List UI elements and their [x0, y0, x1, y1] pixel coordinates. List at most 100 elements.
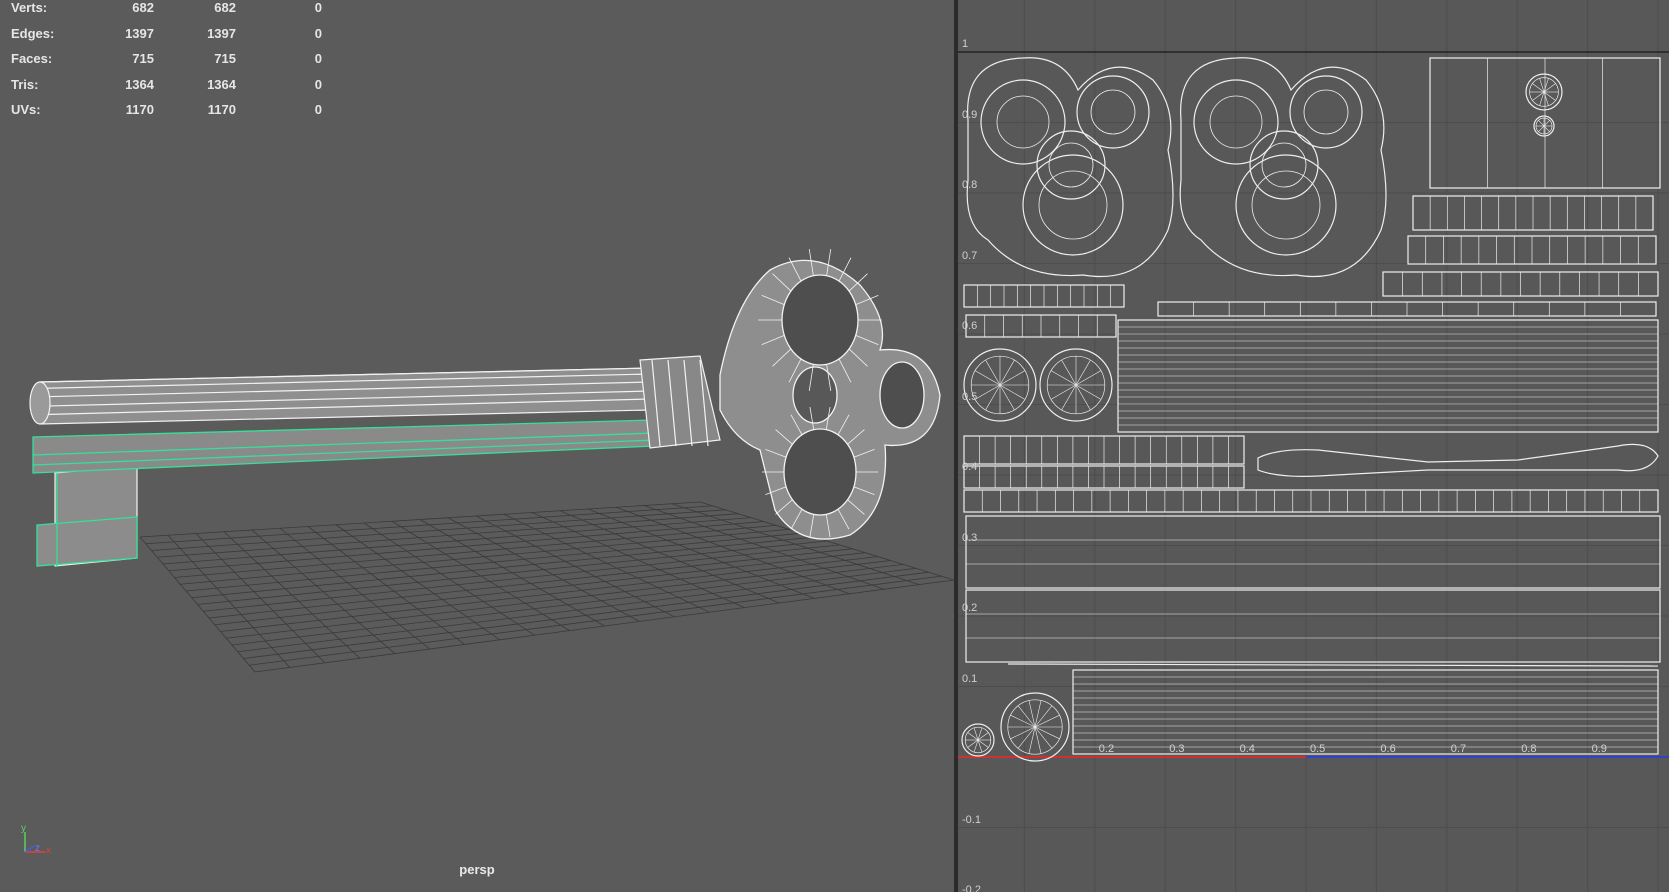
uv-v-label: 0.6 [962, 320, 978, 332]
axis-x-label: x [46, 845, 51, 856]
uv-edge [1532, 91, 1545, 101]
bow-shell-left [966, 57, 1174, 278]
uv-shells [961, 57, 1661, 762]
hud-value: 1364 [207, 76, 236, 92]
bow-ring-right [879, 361, 925, 429]
uv-edge [1543, 83, 1556, 93]
grid-line [243, 571, 929, 659]
uv-edge [1061, 384, 1077, 411]
uv-v-label: 0.4 [962, 461, 978, 473]
key-collar [639, 355, 721, 449]
viewport-canvas[interactable]: y xz [0, 0, 954, 892]
uv-v-label: 0.8 [962, 179, 978, 191]
uv-edge [1251, 170, 1321, 240]
bow-shell-ring [1289, 75, 1363, 149]
bow-shell-right [1179, 57, 1387, 278]
uv-v-label: 0.9 [962, 108, 978, 121]
hud-value: 1397 [207, 25, 236, 41]
uv-edge [1538, 125, 1545, 132]
uv-u-label: 0.3 [1169, 743, 1185, 755]
uv-v-label: -0.1 [962, 813, 981, 826]
uv-edge [999, 359, 1015, 386]
bow-shell-ring [1076, 75, 1150, 149]
bow-ring-bottom [783, 428, 857, 516]
uv-edge [977, 732, 989, 741]
uv-edge [985, 359, 1001, 386]
bit-tooth-shell [1257, 443, 1659, 477]
uv-v-label: -0.2 [962, 884, 981, 892]
uv-edge [973, 739, 979, 753]
uv-u-label: 0.4 [1239, 743, 1255, 755]
bow-shell-ring [1249, 130, 1319, 200]
key-bow [719, 249, 941, 540]
axis-gizmo: y xz [21, 823, 51, 856]
uv-edge [1538, 120, 1545, 127]
hud-value: 0 [314, 76, 322, 92]
uv-edge [1075, 370, 1102, 386]
hud-value: 0 [314, 102, 322, 117]
uv-edge [1038, 170, 1108, 240]
hud-label: UVs: [11, 102, 41, 117]
uv-edge [1075, 384, 1091, 411]
camera-name-label: persp [459, 862, 495, 877]
axis-z [24, 845, 35, 853]
uv-edge [973, 727, 979, 741]
uv-v-label: 0.5 [962, 390, 978, 403]
uv-edge [1048, 142, 1094, 188]
uv-edge [999, 370, 1026, 386]
uv-edge [977, 739, 989, 748]
uv-u-label: 0.6 [1380, 743, 1396, 755]
uv-edge [1075, 384, 1102, 400]
hud-value: 1170 [125, 102, 154, 117]
uv-edge [1010, 714, 1036, 728]
hud-label: Verts: [11, 0, 48, 15]
hud-value: 0 [314, 25, 322, 41]
bow-shell-ring [1022, 154, 1124, 256]
bit-bar [32, 419, 656, 474]
maya-workspace: yxz Verts: 682 682 0 Edges: 1397 1397 0 … [0, 0, 1669, 892]
uv-v-label: 0.2 [962, 602, 978, 614]
hud-value: 0 [314, 0, 322, 15]
uv-editor-panel[interactable]: 1 0.9 0.8 0.7 0.6 0.5 0.4 0.3 0.2 0.1 -0.1 -0.2 0.2 0… [958, 0, 1669, 892]
uv-edge [1532, 83, 1545, 93]
uv-edge [1303, 89, 1349, 135]
uv-edge [1539, 91, 1545, 106]
hud-label: Faces: [11, 51, 53, 66]
uv-edge [1007, 663, 1659, 667]
uv-edge [1539, 78, 1545, 93]
axis-y-label: y [21, 823, 26, 834]
uv-v-label: 1 [962, 38, 969, 50]
hud-value: 715 [214, 51, 236, 66]
hud-value: 1170 [207, 102, 236, 117]
uv-edge [999, 384, 1015, 411]
uv-u-label: 0.2 [1098, 743, 1115, 755]
uv-edge [1090, 89, 1136, 135]
perspective-viewport[interactable]: yxz Verts: 682 682 0 Edges: 1397 1397 0 … [0, 0, 954, 892]
uv-edge [967, 739, 979, 748]
uv-edge [1075, 359, 1091, 386]
hud-value: 0 [314, 51, 322, 66]
hud-label: Edges: [11, 25, 55, 41]
uv-edge [985, 384, 1001, 411]
hud-value: 682 [132, 0, 154, 15]
bow-shell-ring [1235, 154, 1337, 256]
shaft-cap [29, 381, 51, 425]
uv-canvas[interactable] [958, 0, 1669, 892]
uv-u-label: 0.7 [1450, 743, 1467, 755]
uv-edge [974, 384, 1001, 400]
collar-body [639, 355, 721, 449]
uv-edge [1010, 726, 1036, 740]
bow-ring-top [781, 274, 859, 366]
uv-v-label: 0.1 [962, 672, 978, 685]
uv-edge [1061, 359, 1077, 386]
hud-label: Tris: [11, 76, 39, 92]
uv-u-label: 0.8 [1521, 743, 1537, 755]
axis-z-label: z [35, 843, 40, 854]
uv-edge [977, 727, 983, 741]
hud-value: 715 [132, 51, 154, 66]
uv-edge [1543, 91, 1556, 101]
hud-value: 1364 [125, 76, 154, 92]
uv-u-label: 0.9 [1591, 743, 1607, 755]
bit-tooth-lower [36, 516, 138, 567]
uv-edge [1034, 726, 1060, 740]
